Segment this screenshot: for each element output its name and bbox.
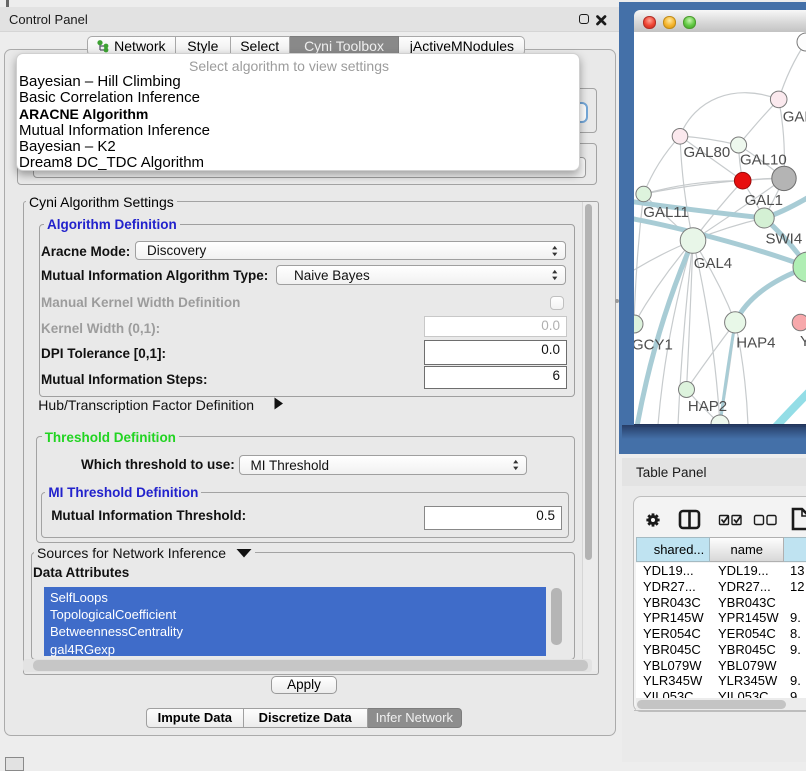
- svg-text:SWI4: SWI4: [766, 230, 803, 247]
- svg-text:HAP2: HAP2: [688, 398, 727, 415]
- svg-text:GAL80: GAL80: [684, 144, 731, 161]
- svg-text:GAL11: GAL11: [643, 204, 689, 221]
- svg-text:GAL1: GAL1: [745, 192, 783, 209]
- svg-text:GAL10: GAL10: [740, 151, 787, 168]
- svg-text:GAL4: GAL4: [694, 255, 732, 272]
- svg-text:YJ: YJ: [800, 333, 806, 350]
- svg-text:HAP4: HAP4: [736, 334, 775, 351]
- svg-text:GAL7: GAL7: [783, 108, 806, 125]
- svg-text:GCY1: GCY1: [634, 336, 673, 353]
